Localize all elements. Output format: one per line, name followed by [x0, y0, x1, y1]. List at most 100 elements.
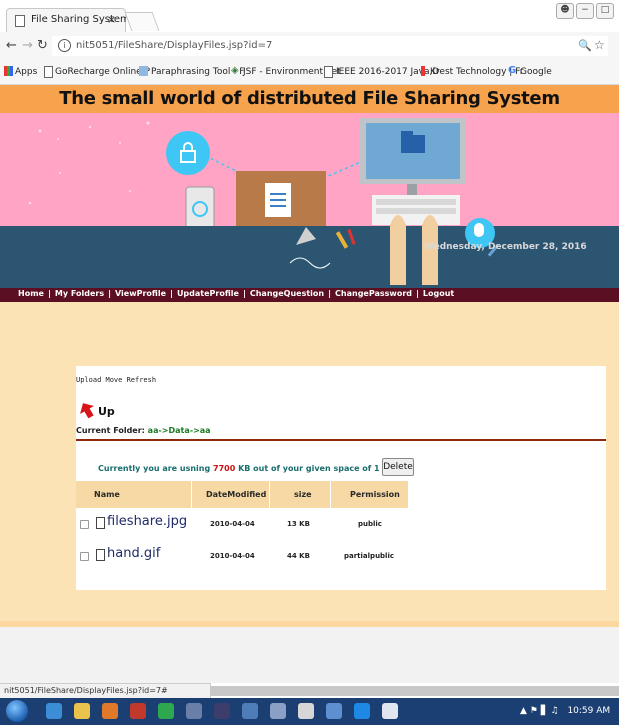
url-text: nit5051/FileShare/DisplayFiles.jsp?id=7: [76, 40, 273, 51]
current-folder: Current Folder: aa->Data->aa: [76, 426, 211, 435]
file-checkbox[interactable]: [80, 552, 89, 561]
delete-button[interactable]: Delete: [382, 458, 414, 476]
main-nav: Home | My Folders | ViewProfile | UpdateProfil…: [0, 288, 619, 302]
folder-icon[interactable]: [74, 703, 90, 719]
nav-change-question[interactable]: ChangeQuestion: [250, 289, 324, 298]
nav-separator: |: [108, 289, 111, 298]
current-date: Wednesday, December 28, 2016: [424, 242, 587, 252]
current-folder-label: Current Folder:: [76, 426, 145, 435]
app-icon[interactable]: [186, 703, 202, 719]
tray-icons[interactable]: ▲ ⚑ ▋ ♫: [520, 706, 559, 716]
bookmark-star-icon[interactable]: ☆: [594, 38, 605, 52]
close-tab-icon[interactable]: ×: [107, 13, 116, 26]
table-row: hand.gif 2010-04-04 44 KB partialpublic: [76, 540, 408, 572]
file-name-link[interactable]: fileshare.jpg: [107, 514, 187, 529]
back-icon[interactable]: ←: [6, 38, 17, 53]
zoom-icon[interactable]: 🔍: [578, 39, 592, 52]
usage-value: 7700: [213, 464, 236, 473]
minimize-button[interactable]: −: [576, 3, 594, 19]
status-url: nit5051/FileShare/DisplayFiles.jsp?id=7#: [4, 686, 168, 695]
info-icon[interactable]: i: [58, 39, 71, 52]
notepad-icon[interactable]: [298, 703, 314, 719]
usage-suffix: KB out of your given space of 1 GB: [238, 464, 396, 473]
file-name-link[interactable]: hand.gif: [107, 546, 160, 561]
divider: [76, 439, 606, 441]
files-table: Name DateModified size Permission filesh…: [76, 481, 408, 572]
maximize-button[interactable]: □: [596, 3, 614, 19]
browser-tab[interactable]: File Sharing System ×: [6, 8, 130, 33]
nav-view-profile[interactable]: ViewProfile: [115, 289, 166, 298]
system-tray: ▲ ⚑ ▋ ♫ 10:59 AM: [520, 706, 610, 716]
table-row: fileshare.jpg 2010-04-04 13 KB public: [76, 508, 408, 540]
nav-separator: |: [242, 289, 246, 298]
page-footer: [0, 627, 619, 683]
file-browser-panel: Upload Move Refresh Up Current Folder: a…: [76, 366, 606, 590]
window-controls: ☻ − □: [556, 3, 619, 19]
google-icon: G: [508, 65, 517, 76]
new-tab-button[interactable]: [124, 12, 160, 31]
bookmark-apps[interactable]: Apps: [15, 67, 37, 77]
file-size: 13 KB: [287, 520, 310, 528]
file-toolbar-links[interactable]: Upload Move Refresh: [76, 376, 156, 384]
bookmark-google[interactable]: Google: [520, 67, 552, 77]
app-icon[interactable]: [326, 703, 342, 719]
site-title: The small world of distributed File Shar…: [59, 88, 560, 109]
nav-separator: |: [170, 289, 173, 298]
nav-logout[interactable]: Logout: [423, 289, 454, 298]
chrome-icon[interactable]: [158, 703, 174, 719]
file-size: 44 KB: [287, 552, 310, 560]
column-header-name: Name: [94, 490, 120, 499]
file-permission: public: [358, 520, 382, 528]
app-icon[interactable]: [242, 703, 258, 719]
file-checkbox[interactable]: [80, 520, 89, 529]
user-icon[interactable]: ☻: [556, 3, 574, 19]
nav-update-profile[interactable]: UpdateProfile: [177, 289, 239, 298]
page-icon: [15, 15, 25, 27]
header-banner: Wednesday, December 28, 2016: [0, 113, 619, 288]
jsf-icon: ◈: [231, 65, 239, 76]
taskbar: ▲ ⚑ ▋ ♫ 10:59 AM: [0, 698, 619, 725]
column-divider: [269, 481, 270, 508]
skype-icon[interactable]: [354, 703, 370, 719]
file-icon: [96, 549, 105, 561]
web-page: The small world of distributed File Shar…: [0, 85, 619, 683]
address-bar-row: ← → ↻ i nit5051/FileShare/DisplayFiles.j…: [0, 32, 619, 61]
tool-icon: [139, 66, 148, 76]
nav-change-password[interactable]: ChangePassword: [335, 289, 412, 298]
start-button[interactable]: [6, 700, 28, 722]
column-header-size: size: [294, 490, 312, 499]
column-divider: [330, 481, 331, 508]
banner-illustration: [0, 118, 619, 288]
app-icon[interactable]: [102, 703, 118, 719]
app-icon[interactable]: [270, 703, 286, 719]
bookmark-gorecharge[interactable]: GoRecharge Online P: [55, 67, 152, 77]
table-header: Name DateModified size Permission: [76, 481, 408, 508]
clock[interactable]: 10:59 AM: [567, 706, 610, 716]
file-icon: [96, 517, 105, 529]
tab-strip: File Sharing System × ☻ − □: [0, 0, 619, 33]
reload-icon[interactable]: ↻: [37, 38, 48, 53]
file-date: 2010-04-04: [210, 552, 255, 560]
app-icon[interactable]: [214, 703, 230, 719]
up-button[interactable]: Up: [98, 405, 115, 418]
file-date: 2010-04-04: [210, 520, 255, 528]
horizontal-scrollbar[interactable]: [210, 686, 619, 696]
up-arrow-icon[interactable]: [78, 401, 96, 419]
bookmarks-bar: Apps GoRecharge Online P Paraphrasing To…: [0, 60, 619, 85]
app-icon[interactable]: [130, 703, 146, 719]
file-permission: partialpublic: [344, 552, 395, 560]
forward-icon[interactable]: →: [22, 38, 33, 53]
apps-icon: [4, 66, 13, 76]
current-folder-path[interactable]: aa->Data->aa: [148, 426, 211, 435]
krest-icon: [421, 66, 425, 76]
nav-my-folders[interactable]: My Folders: [55, 289, 104, 298]
storage-usage: Currently you are usning 7700 KB out of …: [98, 464, 395, 473]
column-header-permission: Permission: [350, 490, 400, 499]
url-field[interactable]: i nit5051/FileShare/DisplayFiles.jsp?id=…: [52, 36, 608, 56]
nav-separator: |: [328, 289, 332, 298]
nav-home[interactable]: Home: [18, 289, 44, 298]
column-header-date: DateModified: [206, 490, 267, 499]
status-bar: nit5051/FileShare/DisplayFiles.jsp?id=7#: [0, 683, 211, 698]
word-icon[interactable]: [382, 703, 398, 719]
ie-icon[interactable]: [46, 703, 62, 719]
